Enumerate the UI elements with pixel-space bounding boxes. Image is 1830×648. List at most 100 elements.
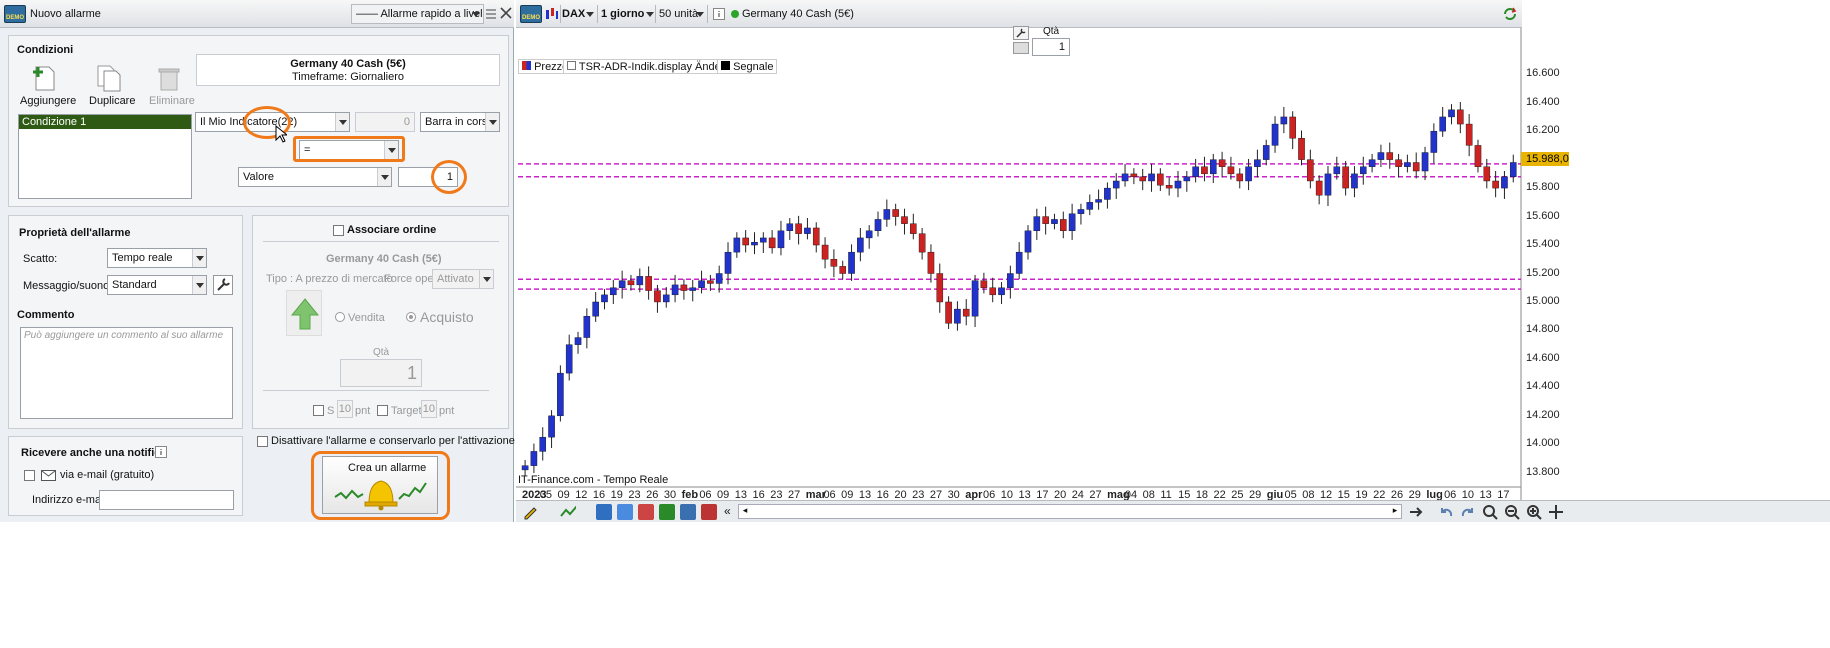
buy-radio[interactable] xyxy=(406,312,416,322)
zoom-out-icon[interactable] xyxy=(1504,504,1520,520)
order-direction-button[interactable] xyxy=(286,290,322,336)
y-tick-label: 14.000 xyxy=(1526,437,1560,450)
candle-body xyxy=(1404,162,1411,167)
layout-icon[interactable] xyxy=(680,504,696,520)
candle-body xyxy=(1342,166,1349,189)
target-input[interactable]: 10 xyxy=(421,400,437,418)
candle-body xyxy=(1307,159,1314,182)
collapse-icon[interactable] xyxy=(485,7,497,19)
info-icon[interactable] xyxy=(155,446,167,458)
order-qty-input[interactable]: 1 xyxy=(340,359,422,387)
auto-scroll-icon[interactable] xyxy=(1408,504,1424,520)
candle-body xyxy=(1051,219,1058,224)
candle-body xyxy=(698,280,705,288)
instrument-info-box: Germany 40 Cash (5€) Timeframe: Giornali… xyxy=(196,54,500,86)
y-tick-label: 14.800 xyxy=(1526,323,1560,336)
alarm-properties-panel: Proprietà dell'allarme Scatto: Tempo rea… xyxy=(8,215,243,429)
bar-select[interactable]: Barra in corso xyxy=(420,112,500,132)
wrench-icon[interactable] xyxy=(213,275,233,295)
stop-unit: pnt xyxy=(355,405,371,417)
indicator-icon[interactable] xyxy=(560,504,576,520)
value-type-select[interactable]: Valore xyxy=(238,167,392,187)
message-select[interactable]: Standard xyxy=(107,275,207,295)
condition-list-item[interactable]: Condizione 1 xyxy=(19,115,191,129)
candle-body xyxy=(1368,159,1376,167)
candle-body xyxy=(1218,159,1226,167)
email-checkbox[interactable] xyxy=(24,470,35,481)
candle-body xyxy=(768,237,776,249)
instrument-title: Germany 40 Cash (5€) xyxy=(290,58,406,70)
associate-order-checkbox[interactable] xyxy=(333,225,344,236)
candle-body xyxy=(1015,251,1023,274)
candle-body xyxy=(1060,219,1067,231)
chart-bottom-toolbar: « ◂ ▸ xyxy=(516,500,1830,522)
y-tick-label: 16.400 xyxy=(1526,95,1560,108)
envelope-icon xyxy=(41,470,56,481)
candle-body xyxy=(1148,173,1155,182)
candle-body xyxy=(1315,180,1323,196)
target-checkbox[interactable] xyxy=(377,405,388,416)
stop-checkbox[interactable] xyxy=(313,405,324,416)
zoom-fit-icon[interactable] xyxy=(1482,504,1498,520)
undo-icon[interactable] xyxy=(1438,504,1454,520)
candle-body xyxy=(918,233,926,253)
close-icon[interactable] xyxy=(500,7,512,19)
add-condition-button[interactable]: Aggiungere xyxy=(17,64,76,108)
email-address-input[interactable] xyxy=(99,490,234,510)
order-instrument: Germany 40 Cash (5€) xyxy=(326,253,442,265)
share-icon[interactable] xyxy=(596,504,612,520)
candle-body xyxy=(1112,180,1120,189)
sell-label: Vendita xyxy=(348,312,385,324)
message-value: Standard xyxy=(112,279,157,291)
candle-body xyxy=(1227,166,1235,175)
message-label: Messaggio/suono: xyxy=(23,280,113,292)
candle-body xyxy=(1280,116,1288,125)
candle-body xyxy=(901,216,908,224)
email-address-label: Indirizzo e-mail xyxy=(32,494,106,506)
candle-body xyxy=(548,415,555,438)
candle-body xyxy=(724,251,732,274)
candle-body xyxy=(689,287,697,291)
alarm-mode-select[interactable]: —— Allarme rapido a livello xyxy=(351,4,484,24)
force-open-select[interactable]: Attivato xyxy=(432,269,494,289)
candle-body xyxy=(804,227,811,234)
delete-condition-button[interactable]: Eliminare xyxy=(147,64,195,108)
zoom-in-icon[interactable] xyxy=(1526,504,1542,520)
candle-body xyxy=(1192,166,1199,177)
candle-body xyxy=(610,287,617,296)
pencil-icon[interactable] xyxy=(522,504,538,520)
associate-order-label: Associare ordine xyxy=(347,224,437,236)
scroll-left-icon[interactable]: ◂ xyxy=(739,505,751,518)
notify-panel: Ricevere anche una notifica via e-mail (… xyxy=(8,436,243,516)
table-icon[interactable] xyxy=(659,504,675,520)
y-tick-label: 15.800 xyxy=(1526,181,1560,194)
highlight-value xyxy=(431,160,467,194)
candle-body xyxy=(1007,273,1014,288)
disable-alarm-checkbox[interactable] xyxy=(257,436,268,447)
candle-body xyxy=(857,237,864,253)
calendar-icon[interactable] xyxy=(638,504,654,520)
trigger-select[interactable]: Tempo reale xyxy=(107,248,207,268)
scroll-left-fast-icon[interactable]: « xyxy=(724,504,731,518)
delete-label: Eliminare xyxy=(149,95,195,107)
time-scrollbar[interactable]: ◂ ▸ xyxy=(738,504,1402,519)
condition-list[interactable]: Condizione 1 xyxy=(18,114,192,199)
indicator-param-input[interactable]: 0 xyxy=(355,112,415,132)
comment-textarea[interactable]: Può aggiungere un commento al suo allarm… xyxy=(20,327,233,419)
price-chart[interactable] xyxy=(516,0,1830,500)
list-icon[interactable] xyxy=(701,504,717,520)
alarm-window-title: Nuovo allarme xyxy=(30,8,101,20)
crosshair-icon[interactable] xyxy=(1548,504,1564,520)
sell-radio[interactable] xyxy=(335,312,345,322)
candle-body xyxy=(1492,180,1499,189)
comment-icon[interactable] xyxy=(617,504,633,520)
candle-body xyxy=(812,227,820,246)
disable-alarm-label: Disattivare l'allarme e conservarlo per … xyxy=(271,435,547,447)
scroll-right-icon[interactable]: ▸ xyxy=(1389,505,1401,518)
stop-input[interactable]: 10 xyxy=(337,400,353,418)
candle-body xyxy=(1033,216,1041,231)
redo-icon[interactable] xyxy=(1460,504,1476,520)
duplicate-condition-button[interactable]: Duplicare xyxy=(85,64,137,108)
stop-label: S xyxy=(327,405,335,417)
alarm-window: DEMO Nuovo allarme —— Allarme rapido a l… xyxy=(0,0,546,522)
